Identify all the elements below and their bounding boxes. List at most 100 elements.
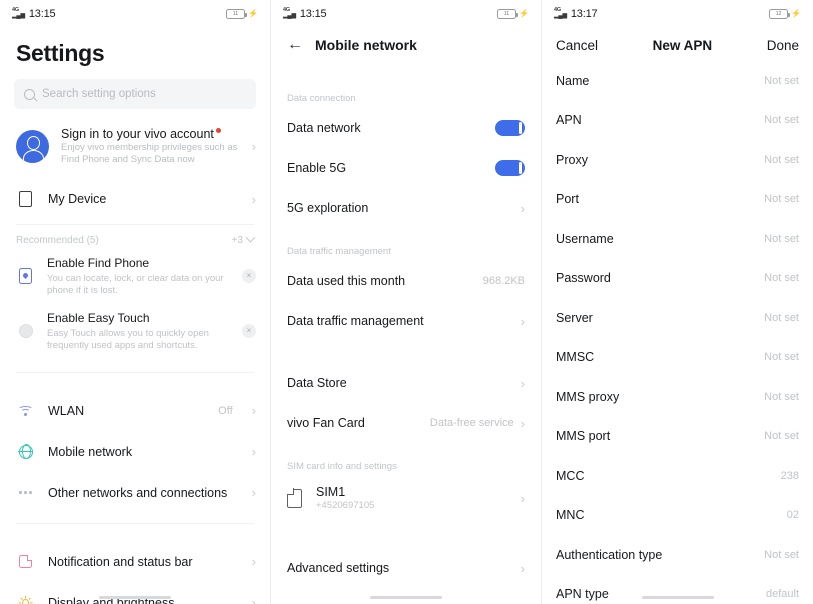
apn-field-mms-proxy[interactable]: MMS proxy Not set (542, 377, 813, 417)
row-advanced-settings[interactable]: Advanced settings › (271, 548, 541, 588)
sidebar-item-mobile-network[interactable]: Mobile network › (0, 431, 270, 472)
sidebar-item-notification-status-bar[interactable]: Notification and status bar › (0, 541, 270, 582)
apn-field-username[interactable]: Username Not set (542, 219, 813, 259)
chevron-right-icon: › (251, 444, 256, 459)
recommendation-easy-touch[interactable]: Enable Easy Touch Easy Touch allows you … (0, 303, 270, 358)
settings-panel: 4G ▂▄▆ 13:15 11 ⚡ Settings Search settin… (0, 0, 271, 604)
recommended-more[interactable]: +3 (231, 232, 256, 246)
app-bar: ← Mobile network (271, 28, 541, 65)
status-bar-right: 11 ⚡ (497, 9, 529, 19)
chevron-right-icon: › (251, 139, 256, 154)
row-data-traffic-management[interactable]: Data traffic management › (271, 301, 541, 341)
field-value: default (765, 588, 799, 601)
apn-field-mms-port[interactable]: MMS port Not set (542, 417, 813, 457)
recommendation-text: Enable Find Phone You can locate, lock, … (47, 254, 230, 297)
recommended-header[interactable]: Recommended (5) +3 (0, 229, 270, 248)
chevron-right-icon: › (251, 485, 256, 500)
three-panel-screenshot: 4G ▂▄▆ 13:15 11 ⚡ Settings Search settin… (0, 0, 813, 604)
field-label: MNC (556, 508, 585, 523)
sim-name: SIM1 (316, 485, 346, 499)
status-bar-right: 12 ⚡ (769, 9, 801, 19)
charging-bolt-icon: ⚡ (791, 9, 801, 18)
apn-app-bar: Cancel New APN Done (542, 28, 813, 61)
recommendation-subtitle: Easy Touch allows you to quickly open fr… (47, 328, 209, 351)
data-network-label: Data network (287, 121, 361, 135)
recommendation-subtitle: You can locate, lock, or clear data on y… (47, 273, 224, 296)
data-used-label: Data used this month (287, 274, 406, 288)
data-network-toggle[interactable] (495, 120, 525, 136)
done-button[interactable]: Done (767, 38, 799, 53)
recommended-more-count: +3 (231, 235, 243, 246)
apn-field-name[interactable]: Name Not set (542, 61, 813, 101)
wlan-value: Off (218, 404, 233, 417)
sim-card-icon (287, 488, 302, 508)
chevron-right-icon: › (520, 415, 525, 431)
field-value: Not set (764, 311, 799, 324)
more-dots-icon (16, 491, 35, 494)
apn-field-proxy[interactable]: Proxy Not set (542, 140, 813, 180)
my-device-label: My Device (48, 192, 107, 206)
field-label: Proxy (556, 152, 588, 167)
field-value: Not set (764, 351, 799, 364)
search-icon (24, 88, 35, 100)
data-store-label: Data Store (287, 376, 347, 390)
row-data-network[interactable]: Data network (271, 108, 541, 148)
other-networks-label: Other networks and connections (48, 485, 228, 500)
wifi-icon (16, 405, 35, 417)
status-time: 13:15 (28, 8, 56, 20)
apn-field-mcc[interactable]: MCC 238 (542, 456, 813, 496)
divider (16, 523, 254, 524)
row-sim1[interactable]: SIM1 +4520697105 › (271, 476, 541, 520)
chevron-right-icon: › (251, 554, 256, 569)
apn-field-password[interactable]: Password Not set (542, 259, 813, 299)
apn-field-mnc[interactable]: MNC 02 (542, 496, 813, 536)
enable-5g-toggle[interactable] (495, 160, 525, 176)
field-label: APN type (556, 587, 609, 602)
row-5g-exploration[interactable]: 5G exploration › (271, 188, 541, 228)
row-data-used-this-month[interactable]: Data used this month 968.2KB (271, 261, 541, 301)
sidebar-item-display-brightness[interactable]: Display and brightness › (0, 582, 270, 604)
field-value: Not set (764, 390, 799, 403)
signal-bars: ▂▄▆ (554, 13, 567, 19)
signal-icon: 4G ▂▄▆ (283, 7, 296, 19)
chevron-right-icon: › (520, 560, 525, 576)
search-input[interactable]: Search setting options (14, 79, 256, 109)
sidebar-item-other-networks[interactable]: Other networks and connections › (0, 472, 270, 513)
row-data-store[interactable]: Data Store › (271, 363, 541, 403)
recommendation-find-phone[interactable]: Enable Find Phone You can locate, lock, … (0, 248, 270, 303)
apn-field-mmsc[interactable]: MMSC Not set (542, 338, 813, 378)
field-value: Not set (764, 430, 799, 443)
close-icon[interactable]: × (242, 323, 256, 338)
field-value: Not set (764, 193, 799, 206)
page-title: Settings (16, 40, 105, 66)
enable-5g-label: Enable 5G (287, 161, 347, 175)
apn-field-authentication-type[interactable]: Authentication type Not set (542, 535, 813, 575)
apn-field-apn-type[interactable]: APN type default (542, 575, 813, 604)
row-vivo-fan-card[interactable]: vivo Fan Card Data-free service › (271, 403, 541, 443)
field-value: 02 (786, 509, 799, 522)
section-label-data-traffic: Data traffic management (287, 246, 391, 257)
divider (16, 372, 254, 373)
home-indicator (370, 596, 442, 599)
new-apn-panel: 4G ▂▄▆ 13:17 12 ⚡ Cancel New APN Done Na… (542, 0, 813, 604)
sidebar-item-wlan[interactable]: WLAN Off › (0, 390, 270, 431)
apn-field-port[interactable]: Port Not set (542, 180, 813, 220)
apn-field-server[interactable]: Server Not set (542, 298, 813, 338)
data-used-value: 968.2KB (482, 275, 525, 287)
close-icon[interactable]: × (242, 268, 256, 283)
apn-field-apn[interactable]: APN Not set (542, 101, 813, 141)
cancel-button[interactable]: Cancel (556, 38, 598, 53)
back-arrow-icon[interactable]: ← (287, 37, 303, 53)
search-placeholder: Search setting options (42, 88, 156, 100)
row-enable-5g[interactable]: Enable 5G (271, 148, 541, 188)
vivo-account-row[interactable]: Sign in to your vivo account Enjoy vivo … (0, 115, 270, 178)
chevron-right-icon: › (520, 313, 525, 329)
sim-text: SIM1 +4520697105 (316, 485, 507, 511)
status-bar: 4G ▂▄▆ 13:15 11 ⚡ (271, 0, 541, 28)
sidebar-item-my-device[interactable]: My Device › (0, 178, 270, 220)
recommended-label: Recommended (5) (16, 235, 99, 246)
vivo-fan-card-label: vivo Fan Card (287, 416, 365, 430)
vivo-fan-card-value: Data-free service (429, 417, 514, 429)
